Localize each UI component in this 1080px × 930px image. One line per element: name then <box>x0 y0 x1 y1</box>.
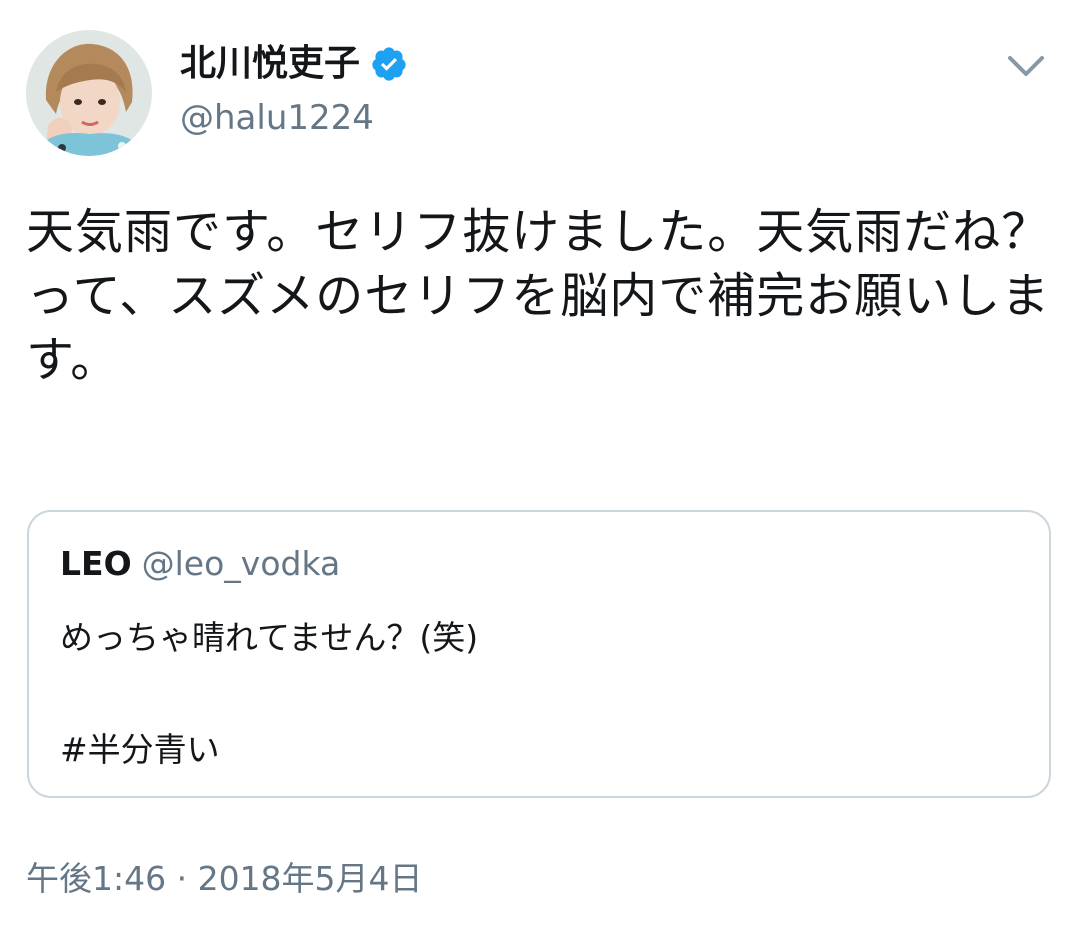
author-name-row[interactable]: 北川悦吏子 <box>180 40 408 88</box>
author-handle[interactable]: @halu1224 <box>180 95 374 141</box>
tweet-text: 天気雨です。セリフ抜けました。天気雨だね？って、スズメのセリフを脳内で補完お願い… <box>26 204 1051 388</box>
avatar[interactable] <box>26 30 152 156</box>
verified-badge-icon <box>370 45 408 83</box>
quoted-tweet-card[interactable]: LEO @leo_vodka めっちゃ晴れてません？(笑) #半分青い <box>27 510 1051 798</box>
quoted-author-name: LEO <box>60 544 132 583</box>
quoted-tweet-header: LEO @leo_vodka <box>60 542 340 586</box>
chevron-down-icon[interactable] <box>1002 46 1050 86</box>
quoted-author-handle: @leo_vodka <box>141 544 341 583</box>
quoted-tweet-hashtag[interactable]: #半分青い <box>60 728 220 772</box>
avatar-image <box>26 30 152 156</box>
tweet-timestamp[interactable]: 午後1:46 · 2018年5月4日 <box>26 856 423 902</box>
author-display-name[interactable]: 北川悦吏子 <box>180 40 360 88</box>
quoted-tweet-text: めっちゃ晴れてません？(笑) <box>60 618 479 657</box>
